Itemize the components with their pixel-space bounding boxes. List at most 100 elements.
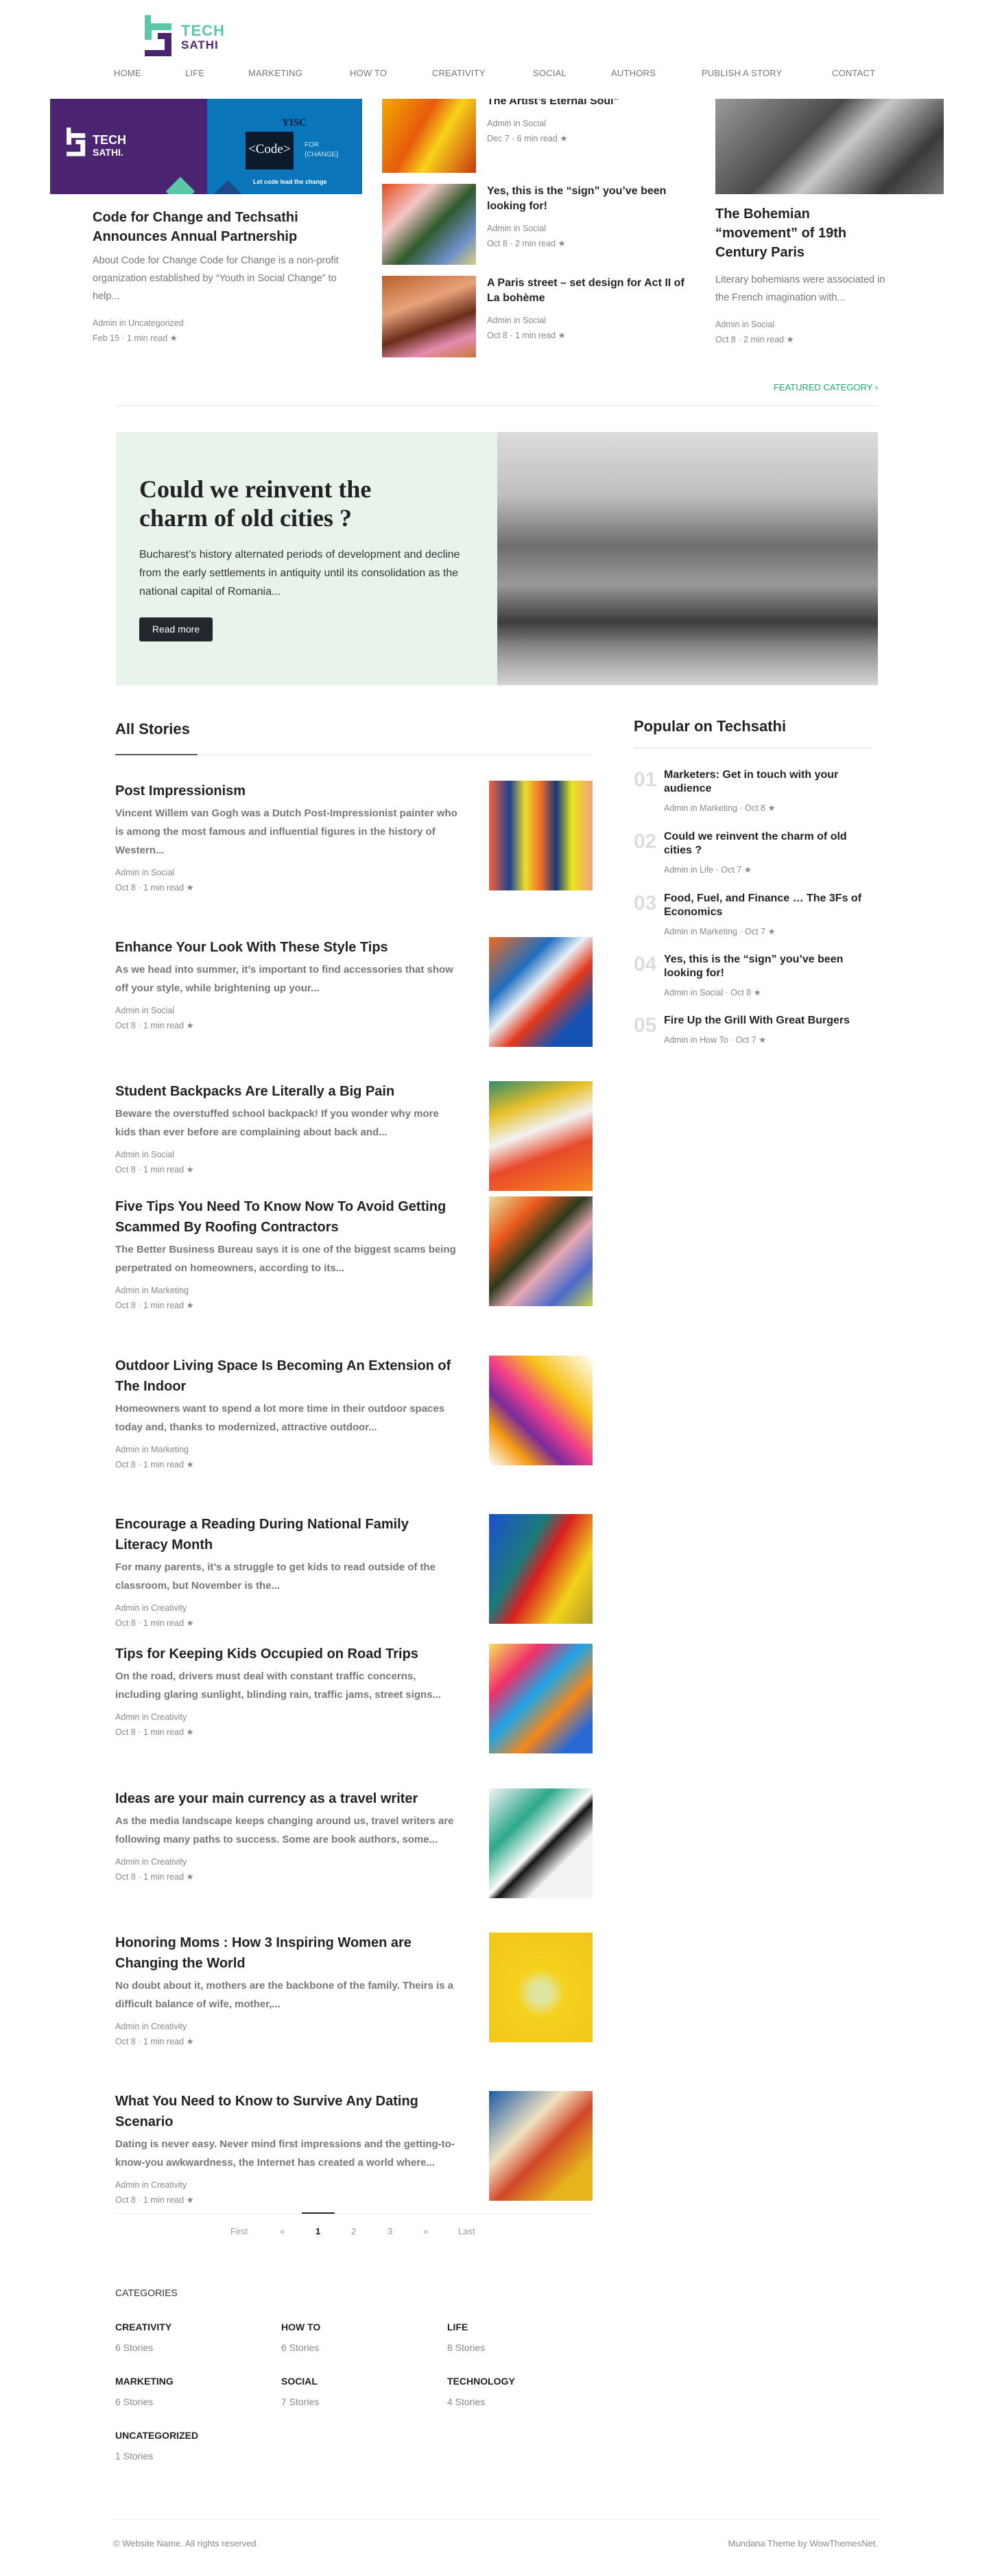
- featured-middle-thumb[interactable]: [382, 99, 476, 173]
- story-excerpt: No doubt about it, mothers are the backb…: [115, 1980, 454, 2010]
- story-title[interactable]: Ideas are your main currency as a travel…: [115, 1788, 458, 1809]
- star-icon[interactable]: ★: [187, 1872, 194, 1882]
- star-icon[interactable]: ★: [187, 883, 194, 893]
- star-icon[interactable]: ★: [759, 1035, 766, 1045]
- nav-how-to[interactable]: HOW TO: [350, 68, 387, 78]
- star-icon[interactable]: ★: [754, 988, 761, 997]
- image-brand-top: TECH: [93, 133, 126, 147]
- story-title[interactable]: Outdoor Living Space Is Becoming An Exte…: [115, 1356, 458, 1397]
- story-excerpt: For many parents, it’s a struggle to get…: [115, 1561, 436, 1592]
- story-thumbnail[interactable]: [489, 1081, 593, 1191]
- popular-title[interactable]: Yes, this is the “sign” you’ve been look…: [664, 953, 874, 980]
- hero-title[interactable]: Could we reinvent the charm of old citie…: [139, 475, 393, 532]
- featured-right-image[interactable]: [715, 99, 944, 194]
- star-icon[interactable]: ★: [187, 1618, 194, 1628]
- star-icon[interactable]: ★: [187, 1727, 194, 1737]
- category-item[interactable]: LIFE 8 Stories: [447, 2321, 485, 2353]
- story-excerpt: Homeowners want to spend a lot more time…: [115, 1403, 445, 1433]
- story-thumbnail[interactable]: [489, 1933, 593, 2042]
- star-icon[interactable]: ★: [187, 2037, 194, 2046]
- featured-left-title[interactable]: Code for Change and Techsathi Announces …: [93, 208, 319, 246]
- read-more-button[interactable]: Read more: [139, 617, 213, 641]
- star-icon[interactable]: ★: [558, 331, 566, 340]
- star-icon[interactable]: ★: [187, 1301, 194, 1310]
- story-title[interactable]: What You Need to Know to Survive Any Dat…: [115, 2091, 458, 2132]
- featured-middle-title[interactable]: A Paris street – set design for Act II o…: [487, 276, 689, 306]
- nav-authors[interactable]: AUTHORS: [611, 68, 656, 78]
- featured-middle-thumb[interactable]: [382, 276, 476, 357]
- star-icon[interactable]: ★: [187, 1021, 194, 1030]
- category-item[interactable]: CREATIVITY 6 Stories: [115, 2321, 171, 2353]
- star-icon[interactable]: ★: [187, 1460, 194, 1469]
- popular-title[interactable]: Fire Up the Grill With Great Burgers: [664, 1014, 874, 1028]
- popular-meta: Admin in Life · Oct 7: [664, 865, 742, 875]
- popular-title[interactable]: Could we reinvent the charm of old citie…: [664, 830, 874, 858]
- hero-section: Could we reinvent the charm of old citie…: [116, 432, 878, 685]
- popular-rank: 02: [634, 830, 657, 853]
- page-link-6[interactable]: Last: [458, 2226, 475, 2236]
- story-title[interactable]: Tips for Keeping Kids Occupied on Road T…: [115, 1644, 458, 1664]
- site-logo[interactable]: TECH SATHI: [143, 14, 246, 58]
- story-item: What You Need to Know to Survive Any Dat…: [115, 2091, 593, 2208]
- nav-creativity[interactable]: CREATIVITY: [432, 68, 486, 78]
- nav-social[interactable]: SOCIAL: [533, 68, 567, 78]
- popular-title[interactable]: Food, Fuel, and Finance … The 3Fs of Eco…: [664, 892, 874, 919]
- story-title[interactable]: Enhance Your Look With These Style Tips: [115, 937, 458, 958]
- story-title[interactable]: Encourage a Reading During National Fami…: [115, 1514, 458, 1555]
- story-title[interactable]: Student Backpacks Are Literally a Big Pa…: [115, 1081, 458, 1102]
- category-item[interactable]: MARKETING 6 Stories: [115, 2376, 174, 2407]
- category-item[interactable]: SOCIAL 7 Stories: [281, 2376, 319, 2407]
- featured-right-title[interactable]: The Bohemian “movement” of 19th Century …: [715, 204, 873, 262]
- story-excerpt: Beware the overstuffed school backpack! …: [115, 1108, 439, 1138]
- date-line: Oct 8 · 1 min read: [115, 1021, 184, 1030]
- star-icon[interactable]: ★: [767, 803, 775, 813]
- image-change: {CHANGE}: [305, 151, 339, 158]
- story-title[interactable]: Five Tips You Need To Know Now To Avoid …: [115, 1196, 458, 1238]
- page-link-3[interactable]: 2: [351, 2226, 356, 2236]
- all-stories-heading: All Stories: [115, 720, 190, 737]
- popular-meta: Admin in Marketing · Oct 8: [664, 803, 765, 813]
- star-icon[interactable]: ★: [187, 1165, 194, 1174]
- nav-contact[interactable]: CONTACT: [832, 68, 875, 78]
- story-thumbnail[interactable]: [489, 1196, 593, 1306]
- nav-home[interactable]: HOME: [114, 68, 141, 78]
- footer-credit[interactable]: Mundana Theme by WowThemesNet.: [728, 2538, 878, 2549]
- category-item[interactable]: UNCATEGORIZED 1 Stories: [115, 2430, 198, 2461]
- story-title[interactable]: Honoring Moms : How 3 Inspiring Women ar…: [115, 1933, 458, 1974]
- featured-middle-thumb[interactable]: [382, 184, 476, 265]
- nav-publish-a-story[interactable]: PUBLISH A STORY: [702, 68, 782, 78]
- story-thumbnail[interactable]: [489, 1514, 593, 1624]
- author-line: Admin in Social: [715, 320, 775, 329]
- star-icon[interactable]: ★: [187, 2195, 194, 2205]
- page-link-2[interactable]: 1: [315, 2226, 320, 2236]
- nav-marketing[interactable]: MARKETING: [248, 68, 302, 78]
- story-thumbnail[interactable]: [489, 2091, 593, 2201]
- page-link-4[interactable]: 3: [388, 2226, 392, 2236]
- featured-left-image[interactable]: TECH SATHI. YISC <Code> FOR {CHANGE} Let…: [50, 99, 362, 194]
- star-icon[interactable]: ★: [787, 335, 794, 344]
- story-title[interactable]: Post Impressionism: [115, 781, 458, 801]
- page-link-1[interactable]: «: [280, 2226, 285, 2236]
- story-thumbnail[interactable]: [489, 937, 593, 1047]
- featured-category-link[interactable]: FEATURED CATEGORY ›: [774, 382, 878, 392]
- page-link-5[interactable]: »: [423, 2226, 428, 2236]
- author-line: Admin in Creativity: [115, 1712, 187, 1722]
- category-item[interactable]: TECHNOLOGY 4 Stories: [447, 2376, 515, 2407]
- star-icon[interactable]: ★: [744, 865, 752, 875]
- category-item[interactable]: HOW TO 6 Stories: [281, 2321, 320, 2353]
- star-icon[interactable]: ★: [767, 927, 775, 936]
- story-thumbnail[interactable]: [489, 1788, 593, 1898]
- featured-middle-item: A Paris street – set design for Act II o…: [487, 99, 693, 372]
- category-count: 6 Stories: [281, 2342, 320, 2353]
- story-thumbnail[interactable]: [489, 1644, 593, 1753]
- featured-left-meta: Admin in Uncategorized Feb 15 · 1 min re…: [93, 316, 184, 346]
- star-icon[interactable]: ★: [170, 333, 178, 343]
- divider: [116, 405, 878, 406]
- popular-title[interactable]: Marketers: Get in touch with your audien…: [664, 768, 874, 796]
- story-thumbnail[interactable]: [489, 1356, 593, 1465]
- author-line: Admin in Marketing: [115, 1445, 189, 1454]
- page-link-0[interactable]: First: [230, 2226, 248, 2236]
- nav-life[interactable]: LIFE: [185, 68, 204, 78]
- story-thumbnail[interactable]: [489, 781, 593, 890]
- pagination-divider: [115, 2213, 593, 2214]
